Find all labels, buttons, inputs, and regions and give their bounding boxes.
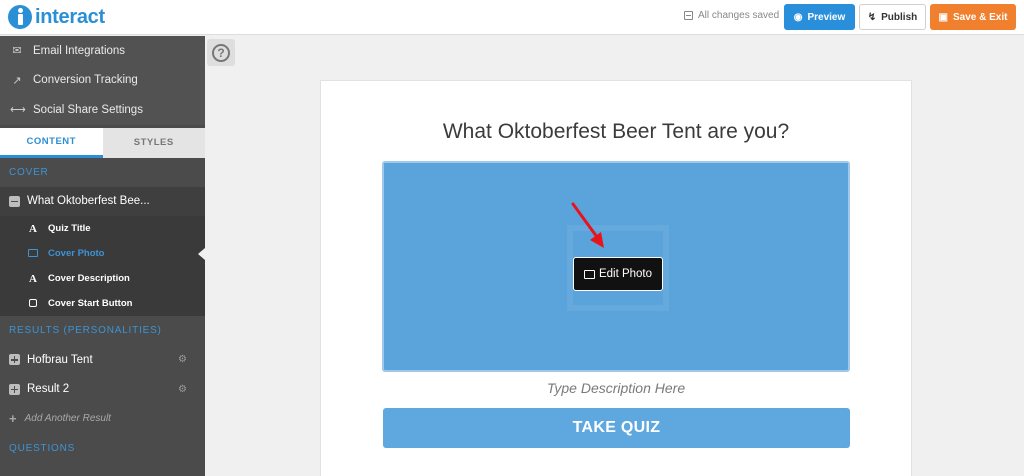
sidebar-item-result-2[interactable]: Result 2 ⚙	[0, 375, 205, 405]
publish-button[interactable]: ↯ Publish	[859, 4, 926, 30]
collapse-icon[interactable]	[9, 195, 20, 207]
disk-icon	[684, 11, 693, 20]
preview-label: Preview	[807, 11, 846, 23]
sidebar-item-email-integrations[interactable]: ✉ Email Integrations	[0, 36, 205, 66]
logo-icon	[8, 5, 32, 29]
text-icon: A	[29, 222, 37, 235]
image-icon	[583, 269, 595, 279]
quiz-title[interactable]: What Oktoberfest Beer Tent are you?	[321, 120, 911, 144]
result-label: Hofbrau Tent	[27, 353, 93, 366]
help-button[interactable]: ?	[207, 39, 235, 66]
save-status: All changes saved	[684, 10, 779, 21]
sub-item-label: Quiz Title	[48, 223, 91, 234]
sidebar-item-label: Social Share Settings	[33, 103, 143, 116]
section-heading-cover: COVER	[0, 157, 205, 187]
cover-photo[interactable]: Edit Photo	[382, 161, 850, 372]
section-heading-results: RESULTS (PERSONALITIES)	[0, 316, 205, 345]
sidebar-item-cover-description[interactable]: A Cover Description	[0, 266, 205, 291]
sidebar-item-cover-start-button[interactable]: Cover Start Button	[0, 291, 205, 316]
section-heading-questions: QUESTIONS	[0, 433, 205, 463]
expand-icon[interactable]	[9, 354, 20, 366]
help-icon: ?	[212, 43, 230, 62]
sub-item-label: Cover Start Button	[48, 298, 133, 309]
save-exit-button[interactable]: ▣ Save & Exit	[930, 4, 1016, 30]
sidebar-item-quiz-title[interactable]: A Quiz Title	[0, 216, 205, 241]
image-icon	[27, 248, 39, 260]
sub-item-label: Cover Description	[48, 273, 130, 284]
sub-item-label: Cover Photo	[48, 248, 105, 259]
sidebar-item-hofbrau-tent[interactable]: Hofbrau Tent ⚙	[0, 345, 205, 375]
text-icon: A	[29, 272, 37, 285]
quiz-preview-canvas: What Oktoberfest Beer Tent are you? Edit…	[320, 80, 912, 476]
sidebar-item-social-share-settings[interactable]: ⟷ Social Share Settings	[0, 95, 205, 125]
sidebar: ✉ Email Integrations ↗ Conversion Tracki…	[0, 36, 205, 476]
add-another-result[interactable]: + Add Another Result	[0, 404, 205, 434]
bolt-icon: ↯	[867, 11, 877, 23]
eye-icon: ◉	[793, 11, 803, 23]
result-label: Result 2	[27, 383, 70, 396]
save-status-text: All changes saved	[698, 10, 780, 21]
add-result-label: Add Another Result	[24, 413, 111, 425]
interact-logo[interactable]: interact	[8, 4, 105, 30]
save-exit-label: Save & Exit	[952, 11, 1008, 23]
tab-styles[interactable]: STYLES	[103, 128, 206, 158]
top-bar: interact All changes saved ◉ Preview ↯ P…	[0, 0, 1024, 35]
take-quiz-button[interactable]: TAKE QUIZ	[383, 408, 850, 448]
tab-content[interactable]: CONTENT	[0, 127, 103, 158]
settings-links: ✉ Email Integrations ↗ Conversion Tracki…	[0, 36, 205, 125]
edit-photo-button[interactable]: Edit Photo	[573, 257, 663, 291]
gear-icon[interactable]: ⚙	[178, 354, 187, 365]
sidebar-tabs: CONTENT STYLES	[0, 127, 206, 158]
cover-group[interactable]: What Oktoberfest Bee...	[0, 186, 205, 216]
sidebar-item-conversion-tracking[interactable]: ↗ Conversion Tracking	[0, 66, 205, 96]
cover-items: A Quiz Title Cover Photo A Cover Descrip…	[0, 216, 205, 316]
cover-description[interactable]: Type Description Here	[321, 380, 911, 396]
save-icon: ▣	[938, 11, 948, 23]
expand-icon[interactable]	[9, 383, 20, 395]
sidebar-item-label: Conversion Tracking	[33, 74, 138, 87]
sidebar-item-cover-photo[interactable]: Cover Photo	[0, 241, 205, 266]
logo-text: interact	[35, 5, 105, 28]
plus-icon: +	[9, 411, 17, 427]
preview-button[interactable]: ◉ Preview	[784, 4, 855, 30]
share-icon: ⟷	[10, 104, 26, 117]
envelope-icon: ✉	[12, 45, 22, 58]
edit-photo-label: Edit Photo	[598, 268, 653, 280]
cover-group-label: What Oktoberfest Bee...	[27, 195, 150, 208]
publish-label: Publish	[881, 11, 918, 23]
sidebar-item-label: Email Integrations	[33, 44, 126, 57]
gear-icon[interactable]: ⚙	[178, 384, 187, 395]
chart-line-icon: ↗	[12, 74, 22, 87]
button-icon	[27, 298, 39, 310]
